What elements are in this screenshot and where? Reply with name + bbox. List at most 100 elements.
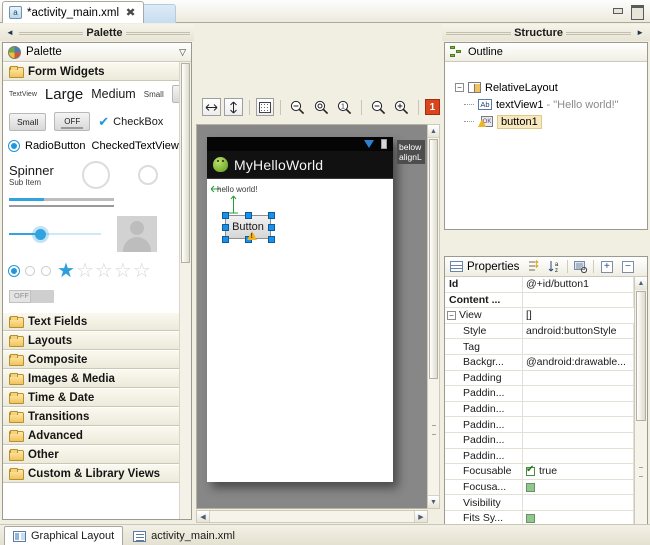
progress-ring-small-icon[interactable] <box>138 165 158 185</box>
palette-item-small-button[interactable]: Small <box>9 113 46 131</box>
seekbar-thumb[interactable] <box>35 229 46 240</box>
show-grid-button[interactable] <box>256 98 275 116</box>
palette-group-time-date[interactable]: Time & Date <box>3 388 191 407</box>
restore-button[interactable] <box>630 4 643 17</box>
device-preview[interactable]: MyHelloWorld hello world! Button <box>207 137 393 482</box>
palette-group-images-media[interactable]: Images & Media <box>3 369 191 388</box>
radio-group-off-icon-1[interactable] <box>25 266 35 276</box>
show-advanced-button[interactable] <box>525 259 542 275</box>
progress-ring-large-icon[interactable] <box>82 161 110 189</box>
scroll-up-arrow-icon[interactable]: ▲ <box>428 125 439 138</box>
property-value[interactable] <box>523 339 633 354</box>
zoom-out-button[interactable] <box>287 97 308 117</box>
property-value[interactable] <box>523 449 633 464</box>
sort-alphabetically-button[interactable]: a z <box>546 259 563 275</box>
properties-vertical-scrollbar[interactable]: ▲ ▼ <box>634 277 647 545</box>
zoom-100-button[interactable]: 1 <box>334 97 355 117</box>
property-value[interactable] <box>523 293 633 308</box>
property-value[interactable]: @+id/button1 <box>523 277 633 292</box>
property-row[interactable]: Paddin...⋯ <box>445 433 647 449</box>
close-icon[interactable]: ✖ <box>126 6 136 19</box>
palette-group-text-fields[interactable]: Text Fields <box>3 312 191 331</box>
toggle-default-properties-button[interactable] <box>572 259 589 275</box>
palette-item-toggle-button[interactable]: OFF <box>54 112 90 131</box>
resize-handle-w[interactable] <box>222 224 229 231</box>
property-row[interactable]: Styleandroid:buttonStyle⋯ <box>445 324 647 340</box>
textview1-preview[interactable]: hello world! <box>217 185 257 194</box>
property-value[interactable]: @android:drawable... <box>523 355 633 370</box>
palette-vertical-scrollbar[interactable] <box>179 62 191 519</box>
resize-handle-ne[interactable] <box>268 212 275 219</box>
property-row[interactable]: Paddin...⋯ <box>445 417 647 433</box>
minimize-button[interactable] <box>611 4 624 17</box>
resize-handle-se[interactable] <box>268 236 275 243</box>
palette-item-textview[interactable]: TextView <box>9 91 37 98</box>
palette-item-small-text[interactable]: Small <box>144 90 164 99</box>
radio-group-on-icon[interactable] <box>9 266 19 276</box>
tree-node-textview1[interactable]: Ab textView1 - "Hello world!" <box>455 96 647 113</box>
property-row[interactable]: Id@+id/button1⋯ <box>445 277 647 293</box>
zoom-plus-button[interactable] <box>391 97 412 117</box>
property-value[interactable]: android:buttonStyle <box>523 324 633 339</box>
palette-item-ratingbar[interactable]: ★ ☆ ☆ ☆ ☆ <box>57 261 151 281</box>
layout-canvas[interactable]: MyHelloWorld hello world! Button <box>196 124 428 509</box>
palette-item-imageview[interactable] <box>117 216 157 252</box>
property-checkbox[interactable] <box>526 514 535 523</box>
radio-group-off-icon-2[interactable] <box>41 266 51 276</box>
scroll-right-arrow-icon[interactable]: ▶ <box>414 511 427 522</box>
property-row[interactable]: Paddin...⋯ <box>445 402 647 418</box>
property-row[interactable]: Visibility⋯ <box>445 495 647 511</box>
palette-item-medium-text[interactable]: Medium <box>91 87 135 101</box>
property-row[interactable]: −View[] <box>445 308 647 324</box>
editor-tab-activity-main-xml[interactable]: a *activity_main.xml ✖ <box>2 1 144 23</box>
property-value[interactable] <box>523 417 633 432</box>
tab-xml-source[interactable]: activity_main.xml <box>124 526 244 545</box>
palette-group-other[interactable]: Other <box>3 445 191 464</box>
property-row[interactable]: Focusabletrue⋯ <box>445 464 647 480</box>
zoom-minus-button[interactable] <box>368 97 389 117</box>
property-value[interactable] <box>523 495 633 510</box>
palette-item-radiobutton[interactable]: RadioButton <box>25 140 86 152</box>
palette-item-spinner[interactable]: Spinner Sub Item <box>9 163 54 187</box>
property-row[interactable]: Paddin...⋯ <box>445 386 647 402</box>
zoom-level-badge[interactable]: 1 <box>425 99 440 115</box>
property-row[interactable]: Focusa...⋯ <box>445 480 647 496</box>
toggle-width-fill-button[interactable] <box>202 98 221 116</box>
property-value[interactable]: [] <box>523 308 633 323</box>
layout-root-relativelayout[interactable]: hello world! Button <box>207 179 393 482</box>
property-row[interactable]: Padding⋯ <box>445 371 647 387</box>
resize-handle-nw[interactable] <box>222 212 229 219</box>
properties-scrollbar-thumb[interactable] <box>636 291 646 421</box>
chevron-down-icon[interactable]: ▽ <box>179 47 186 58</box>
palette-group-composite[interactable]: Composite <box>3 350 191 369</box>
zoom-fit-button[interactable] <box>311 97 332 117</box>
tree-node-button1[interactable]: OK button1 <box>455 113 647 130</box>
scroll-up-arrow-icon[interactable]: ▲ <box>635 277 647 290</box>
canvas-vertical-scrollbar[interactable]: ▲ ▼ <box>427 124 440 509</box>
property-value[interactable] <box>523 371 633 386</box>
palette-item-large-text[interactable]: Large <box>45 86 83 103</box>
chevron-right-icon[interactable]: ► <box>634 28 646 37</box>
palette-item-checkedtextview[interactable]: CheckedTextView <box>92 140 179 152</box>
resize-handle-sw[interactable] <box>222 236 229 243</box>
palette-group-transitions[interactable]: Transitions <box>3 407 191 426</box>
property-category-expander-icon[interactable]: − <box>447 311 456 320</box>
palette-group-advanced[interactable]: Advanced <box>3 426 191 445</box>
property-row[interactable]: Tag⋯ <box>445 339 647 355</box>
property-row[interactable]: Backgr...@android:drawable...⋯ <box>445 355 647 371</box>
palette-item-switch[interactable]: OFF <box>9 290 54 303</box>
resize-handle-n[interactable] <box>245 212 252 219</box>
palette-scrollbar-thumb[interactable] <box>181 63 190 263</box>
palette-group-custom-library-views[interactable]: Custom & Library Views <box>3 464 191 483</box>
property-value[interactable] <box>523 433 633 448</box>
collapse-all-button[interactable]: − <box>619 259 636 275</box>
tree-node-relativelayout[interactable]: − RelativeLayout <box>455 79 647 96</box>
property-value[interactable]: true <box>523 464 633 479</box>
palette-group-layouts[interactable]: Layouts <box>3 331 191 350</box>
toggle-height-fill-button[interactable] <box>224 98 243 116</box>
palette-group-form-widgets[interactable]: Form Widgets <box>3 62 191 81</box>
tab-graphical-layout[interactable]: Graphical Layout <box>4 526 123 545</box>
palette-item-checkbox[interactable]: ✔ CheckBox <box>98 116 163 128</box>
scroll-left-arrow-icon[interactable]: ◀ <box>197 511 210 522</box>
property-row[interactable]: Content ...⋯ <box>445 293 647 309</box>
